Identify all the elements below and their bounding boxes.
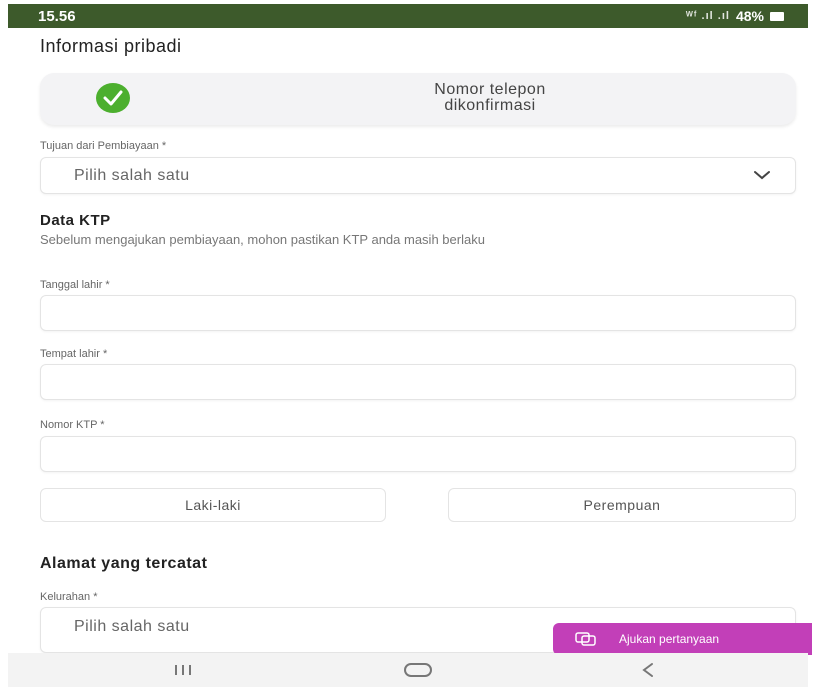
birth-place-label: Tempat lahir * <box>40 348 108 360</box>
ask-question-label: Ajukan pertanyaan <box>619 632 720 646</box>
gender-male-button[interactable]: Laki-laki <box>40 488 386 522</box>
chevron-down-icon <box>754 171 770 180</box>
purpose-select-value: Pilih salah satu <box>74 167 190 184</box>
battery-icon <box>770 11 784 21</box>
birth-place-field[interactable] <box>40 364 796 400</box>
purpose-label: Tujuan dari Pembiayaan * <box>40 140 167 152</box>
address-title: Alamat yang tercatat <box>40 555 208 572</box>
chat-bubbles-icon <box>575 632 596 646</box>
signal-icon: ᵂᶠ .ıl .ıl <box>685 10 730 22</box>
status-bar: 15.56 ᵂᶠ .ıl .ıl 48% <box>8 4 808 28</box>
recents-icon <box>175 665 191 675</box>
check-icon <box>96 83 130 113</box>
phone-confirmed-text: Nomor telepon dikonfirmasi <box>330 82 650 114</box>
ktp-number-label: Nomor KTP * <box>40 419 105 431</box>
purpose-select[interactable]: Pilih salah satu <box>40 157 796 194</box>
birth-date-field[interactable] <box>40 295 796 331</box>
ktp-number-field[interactable] <box>40 436 796 472</box>
back-icon <box>642 663 653 677</box>
battery-percent: 48% <box>735 8 764 24</box>
ask-question-button[interactable]: Ajukan pertanyaan <box>553 623 812 655</box>
back-button[interactable] <box>613 653 683 687</box>
recents-button[interactable] <box>148 653 218 687</box>
ktp-title: Data KTP <box>40 212 111 229</box>
status-time: 15.56 <box>38 7 76 25</box>
ktp-description: Sebelum mengajukan pembiayaan, mohon pas… <box>40 232 485 247</box>
phone-confirmed-line1: Nomor telepon <box>434 81 546 98</box>
gender-female-button[interactable]: Perempuan <box>448 488 796 522</box>
phone-confirmed-line2: dikonfirmasi <box>444 97 536 114</box>
birth-date-label: Tanggal lahir * <box>40 279 110 291</box>
home-icon <box>404 663 432 677</box>
home-button[interactable] <box>383 653 453 687</box>
sub-district-select-value: Pilih salah satu <box>74 618 190 635</box>
phone-confirmed-card: Nomor telepon dikonfirmasi <box>40 73 796 125</box>
status-indicators: ᵂᶠ .ıl .ıl 48% <box>686 8 784 24</box>
sub-district-label: Kelurahan * <box>40 591 98 603</box>
personal-info-title: Informasi pribadi <box>40 36 182 56</box>
system-nav-bar <box>8 653 808 687</box>
